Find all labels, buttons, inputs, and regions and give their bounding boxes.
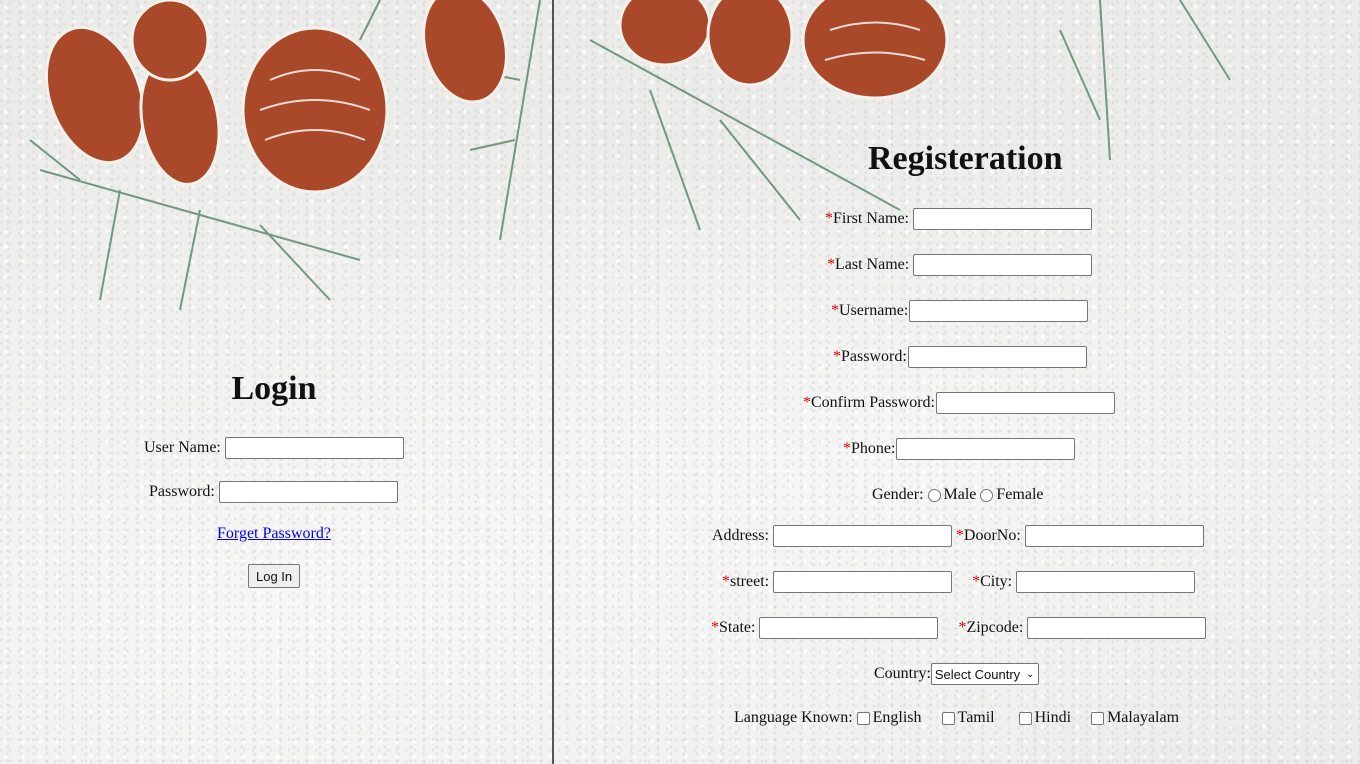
required-mark: * [833,348,841,365]
language-label: Language Known: [734,709,853,726]
language-row: Language Known: English Tamil Hindi Mala… [734,709,1179,727]
panel-divider [552,0,554,764]
login-button[interactable]: Log In [248,564,301,588]
language-malayalam-checkbox[interactable] [1091,711,1105,725]
login-username-input[interactable] [224,437,404,459]
street-input[interactable] [773,571,953,593]
zipcode-input[interactable] [1027,617,1207,639]
phone-label: Phone: [851,440,896,457]
gender-female-radio[interactable] [980,488,994,502]
first-name-input[interactable] [913,208,1092,230]
street-row: * street: * City: [722,571,1196,593]
city-input[interactable] [1016,571,1196,593]
required-mark: * [843,440,851,457]
chevron-down-icon: ⌄ [1026,668,1035,680]
language-english-label: English [872,709,922,726]
login-password-row: Password: [149,481,398,503]
state-row: * State: * Zipcode: [711,617,1207,639]
language-tamil-label: Tamil [957,709,995,726]
username-row: * Username: [831,300,1089,322]
password-row: * Password: [833,346,1087,368]
required-mark: * [827,256,835,273]
login-password-input[interactable] [218,481,398,503]
gender-male-radio[interactable] [927,488,941,502]
required-mark: * [831,302,839,319]
login-username-label: User Name: [144,439,221,456]
login-username-row: User Name: [144,437,404,459]
address-input[interactable] [772,525,952,547]
street-label: street: [730,573,770,590]
required-mark: * [711,619,719,636]
login-title: Login [231,370,317,407]
login-panel: Login User Name: Password: Forget Passwo… [0,0,552,764]
password-input[interactable] [907,346,1087,368]
language-hindi-label: Hindi [1034,709,1072,726]
country-row: Country: Select Country ⌄ [874,663,1039,685]
confirm-password-input[interactable] [936,392,1115,414]
country-select-value: Select Country [934,666,1021,682]
login-password-label: Password: [149,483,215,500]
last-name-label: Last Name: [835,256,910,273]
phone-input[interactable] [896,438,1076,460]
required-mark: * [958,619,967,636]
last-name-input[interactable] [913,254,1093,276]
required-mark: * [825,210,833,227]
confirm-password-row: * Confirm Password: [803,392,1115,414]
registration-panel: Registeration * First Name: * Last Name:… [556,0,1360,764]
country-label: Country: [874,665,931,682]
confirm-password-label: Confirm Password: [811,394,935,411]
country-select[interactable]: Select Country ⌄ [930,663,1039,685]
language-hindi-checkbox[interactable] [1018,711,1032,725]
language-tamil-checkbox[interactable] [941,711,955,725]
first-name-label: First Name: [833,210,909,227]
language-malayalam-label: Malayalam [1107,709,1180,726]
state-label: State: [719,619,756,636]
required-mark: * [722,573,730,590]
first-name-row: * First Name: [825,208,1092,230]
phone-row: * Phone: [843,438,1076,460]
username-input[interactable] [909,300,1089,322]
state-input[interactable] [759,617,939,639]
forgot-password-link[interactable]: Forget Password? [217,525,331,543]
gender-female-label: Female [996,486,1044,503]
zipcode-label: Zipcode: [966,619,1024,636]
address-label: Address: [712,527,769,544]
doorno-label: DoorNo: [963,527,1021,544]
gender-label: Gender: [872,486,924,503]
gender-male-label: Male [943,486,977,503]
required-mark: * [803,394,811,411]
gender-row: Gender: Male Female [872,486,1044,504]
registration-title: Registeration [868,140,1063,177]
address-row: Address: * DoorNo: [712,525,1204,547]
last-name-row: * Last Name: [827,254,1093,276]
language-english-checkbox[interactable] [856,711,870,725]
doorno-input[interactable] [1024,525,1204,547]
required-mark: * [955,527,964,544]
username-label: Username: [839,302,909,319]
required-mark: * [972,573,981,590]
password-label: Password: [841,348,907,365]
city-label: City: [980,573,1013,590]
